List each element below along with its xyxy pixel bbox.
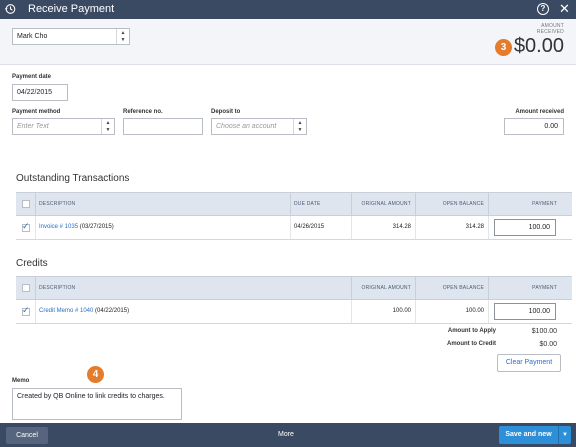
row-open-balance: 100.00 (465, 308, 484, 314)
payment-method-placeholder: Enter Text (17, 123, 49, 130)
cancel-button[interactable]: Cancel (6, 427, 48, 444)
row-description: Credit Memo # 1040 (04/22/2015) (39, 300, 129, 323)
amount-to-apply-value: $100.00 (531, 328, 557, 335)
memo-textarea[interactable]: Created by QB Online to link credits to … (12, 388, 182, 420)
invoice-date: (03/27/2015) (79, 224, 114, 230)
invoice-link[interactable]: Invoice # 1035 (39, 224, 78, 230)
col-payment: PAYMENT (532, 201, 557, 207)
footer-bar: Cancel More Save and new ▼ (0, 423, 576, 447)
help-icon[interactable]: ? (537, 3, 549, 15)
history-icon[interactable] (4, 3, 16, 15)
save-options-chevron-down-icon[interactable]: ▼ (558, 426, 571, 444)
deposit-to-label: Deposit to (211, 109, 241, 115)
memo-label: Memo (12, 378, 30, 384)
outstanding-table-header: DESCRIPTION DUE DATE ORIGINAL AMOUNT OPE… (16, 192, 572, 216)
up-down-arrows-icon: ▲ ▼ (116, 29, 129, 44)
more-link[interactable]: More (278, 423, 294, 447)
col-description: DESCRIPTION (39, 285, 76, 291)
row-description: Invoice # 1035 (03/27/2015) (39, 216, 114, 239)
credit-memo-date: (04/22/2015) (95, 308, 130, 314)
payment-input[interactable]: 100.00 (494, 219, 556, 236)
up-down-arrows-icon: ▲ ▼ (293, 119, 306, 134)
payment-method-select[interactable]: Enter Text ▲ ▼ (12, 118, 115, 135)
row-original-amount: 314.28 (392, 224, 411, 230)
checkmark-icon: ✓ (22, 305, 30, 315)
deposit-to-select[interactable]: Choose an account ▲ ▼ (211, 118, 307, 135)
credits-table-header: DESCRIPTION ORIGINAL AMOUNT OPEN BALANCE… (16, 276, 572, 300)
clear-payment-button[interactable]: Clear Payment (497, 354, 561, 372)
amount-received-label: Amount received (515, 109, 564, 115)
reference-no-input[interactable] (123, 118, 203, 135)
payment-date-input[interactable]: 04/22/2015 (12, 84, 68, 101)
step-badge-3: 3 (495, 39, 512, 56)
checkmark-icon: ✓ (22, 221, 30, 231)
col-payment: PAYMENT (532, 285, 557, 291)
payment-input[interactable]: 100.00 (494, 303, 556, 320)
payment-date-label: Payment date (12, 74, 52, 80)
select-all-checkbox[interactable] (22, 284, 30, 292)
payment-method-label: Payment method (12, 109, 61, 115)
col-open-balance: OPEN BALANCE (442, 285, 484, 291)
col-open-balance: OPEN BALANCE (442, 201, 484, 207)
col-original-amount: ORIGINAL AMOUNT (361, 201, 411, 207)
amount-received-caption: AMOUNT RECEIVED (536, 23, 564, 35)
save-and-new-button[interactable]: Save and new (499, 426, 558, 444)
row-original-amount: 100.00 (392, 308, 411, 314)
select-all-checkbox[interactable] (22, 200, 30, 208)
amount-received-input[interactable]: 0.00 (504, 118, 564, 135)
col-description: DESCRIPTION (39, 201, 76, 207)
amount-to-apply-label: Amount to Apply (447, 328, 496, 334)
col-due-date: DUE DATE (294, 201, 321, 207)
col-original-amount: ORIGINAL AMOUNT (361, 285, 411, 291)
outstanding-transactions-title: Outstanding Transactions (16, 173, 130, 184)
row-open-balance: 314.28 (465, 224, 484, 230)
close-icon[interactable]: ✕ (559, 2, 570, 16)
amount-received-total: $0.00 (513, 35, 564, 57)
amount-to-credit-value: $0.00 (539, 341, 557, 348)
customer-value: Mark Cho (17, 33, 48, 40)
step-badge-4: 4 (87, 366, 104, 383)
table-row: ✓ Credit Memo # 1040 (04/22/2015) 100.00… (16, 300, 572, 324)
credits-title: Credits (16, 258, 48, 269)
table-row: ✓ Invoice # 1035 (03/27/2015) 04/26/2015… (16, 216, 572, 240)
row-due-date: 04/26/2015 (294, 224, 325, 230)
reference-no-label: Reference no. (123, 109, 163, 115)
window-title: Receive Payment (28, 3, 115, 15)
title-bar: Receive Payment ? ✕ (0, 0, 576, 19)
credit-memo-link[interactable]: Credit Memo # 1040 (39, 308, 93, 314)
up-down-arrows-icon: ▲ ▼ (101, 119, 114, 134)
amount-to-credit-label: Amount to Credit (447, 341, 496, 347)
customer-select[interactable]: Mark Cho ▲ ▼ (12, 28, 130, 45)
deposit-to-placeholder: Choose an account (216, 123, 277, 130)
